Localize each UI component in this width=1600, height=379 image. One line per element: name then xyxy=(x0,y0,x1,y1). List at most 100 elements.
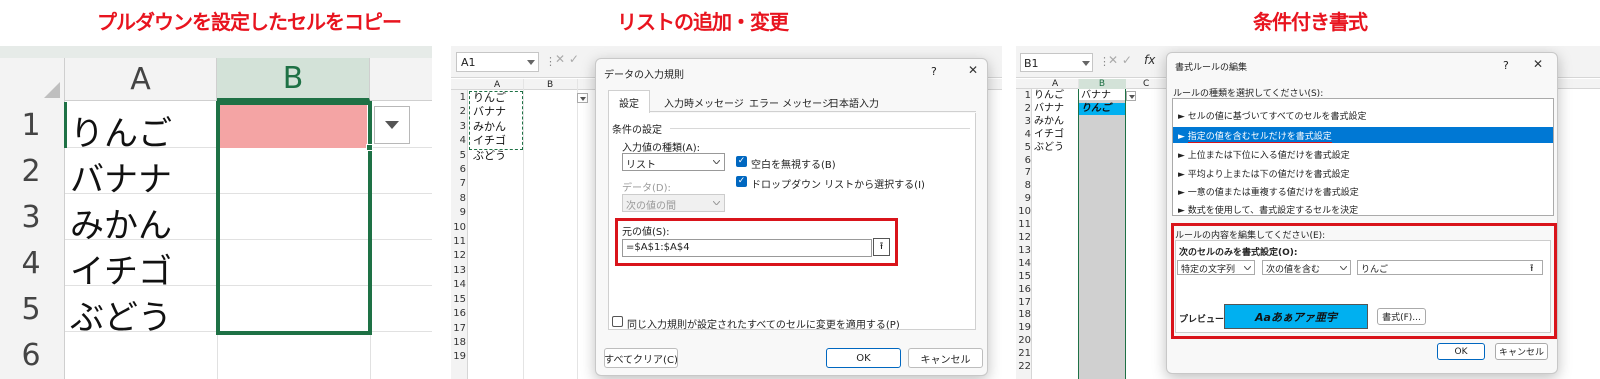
row-header[interactable]: 1 xyxy=(0,102,62,148)
col-header-b[interactable]: B xyxy=(547,80,553,90)
tab-input-message[interactable]: 入力時メッセージ xyxy=(664,95,744,110)
rule-type-item-selected[interactable]: ► 指定の値を含むセルだけを書式設定 xyxy=(1173,127,1553,143)
condition-select-2[interactable]: 次の値を含む xyxy=(1262,260,1351,275)
only-label: 次のセルのみを書式設定(O): xyxy=(1179,248,1298,258)
data-label: データ(D): xyxy=(622,183,671,194)
cell-a5[interactable]: ぶどう xyxy=(70,290,172,339)
row-headers: 1 2 3 4 5 6 7 8 9 10 11 12 13 14 15 16 17 18 19 20 21 22 xyxy=(1018,90,1031,373)
collapse-dialog-icon[interactable]: ⭱ xyxy=(1530,261,1534,278)
source-input[interactable]: =$A$1:$A$4 xyxy=(622,239,872,257)
col-header-a[interactable]: A xyxy=(494,80,500,90)
help-button[interactable]: ? xyxy=(1503,59,1509,72)
close-icon[interactable]: ✕ xyxy=(968,63,978,77)
cell-a3[interactable]: みかん xyxy=(70,198,172,247)
rule-type-item[interactable]: ► 平均より上または下の値だけを書式設定 xyxy=(1173,165,1553,181)
column-b-selection xyxy=(1078,89,1126,379)
cell-a2[interactable]: バナナ xyxy=(1034,103,1064,116)
tab-japanese-input[interactable]: 日本語入力 xyxy=(829,95,879,110)
cell-a4[interactable]: イチゴ xyxy=(70,244,172,293)
apply-all-checkbox[interactable] xyxy=(612,316,623,327)
clear-all-button[interactable]: すべてクリア(C) xyxy=(604,348,678,368)
chevron-down-icon xyxy=(1244,266,1251,270)
row-header[interactable]: 6 xyxy=(0,332,62,378)
col-header-c[interactable]: C xyxy=(1143,79,1149,89)
cell-a1[interactable]: りんご xyxy=(1034,90,1064,103)
rule-type-item[interactable]: ► 数式を使用して、書式設定するセルを決定 xyxy=(1173,201,1553,217)
panel1-spreadsheet: A B 1 2 3 4 5 6 りんご バナナ みかん イチゴ ぶどう xyxy=(0,46,432,379)
ok-button[interactable]: OK xyxy=(1437,343,1485,360)
data-select: 次の値の間 xyxy=(622,194,725,212)
col-header-a[interactable]: A xyxy=(65,58,217,101)
rule-type-item[interactable]: ► セルの値に基づいてすべてのセルを書式設定 xyxy=(1173,107,1553,123)
row-header[interactable]: 2 xyxy=(0,148,62,194)
collapse-dialog-button[interactable]: ⭱ xyxy=(873,238,890,256)
condition-select-1[interactable]: 特定の文字列 xyxy=(1177,260,1255,275)
name-box[interactable]: A1 xyxy=(456,52,539,72)
apply-all-label: 同じ入力規則が設定されたすべてのセルに変更を適用する(P) xyxy=(627,320,900,331)
source-label: 元の値(S): xyxy=(622,227,670,238)
data-validation-dialog: データの入力規則 ? ✕ 設定 入力時メッセージ エラー メッセージ 日本語入力… xyxy=(595,58,988,376)
fx-icon[interactable]: fx xyxy=(1144,53,1155,67)
selection-range xyxy=(216,101,372,335)
chevron-down-icon xyxy=(1129,95,1135,99)
row-header[interactable]: 3 xyxy=(0,194,62,240)
dropdown-button[interactable] xyxy=(374,106,410,144)
col-header-b[interactable]: B xyxy=(217,58,370,101)
col-header-a[interactable]: A xyxy=(1052,79,1058,89)
ok-button[interactable]: OK xyxy=(826,348,901,368)
row-header[interactable]: 4 xyxy=(0,240,62,286)
format-rule-dialog: 書式ルールの編集 ? ✕ ルールの種類を選択してください(S): ► セルの値に… xyxy=(1166,52,1558,374)
close-icon[interactable]: ✕ xyxy=(1533,57,1543,71)
tab-error-message[interactable]: エラー メッセージ xyxy=(749,95,832,110)
condition-value-input[interactable]: りんご ⭱ xyxy=(1357,260,1543,275)
format-preview: Aaあぁアァ亜宇 xyxy=(1224,304,1368,329)
panel2: A1 ⋮ ✕ ✓ A B 1 2 3 4 5 6 7 8 9 10 11 12 13 14 15 16 17 18… xyxy=(451,46,1002,379)
format-button[interactable]: 書式(F)... xyxy=(1377,308,1426,325)
rule-type-item[interactable]: ► 一意の値または重複する値だけを書式設定 xyxy=(1173,183,1553,199)
cell-a3[interactable]: みかん xyxy=(1034,116,1064,129)
panel3: B1 ⋮ ✕ ✓ fx A B C 1 2 3 4 5 6 7 8 9 10 11 12 13 14 15 1… xyxy=(1016,46,1600,379)
cancel-check-icon: ✕ ✓ xyxy=(555,52,579,66)
cancel-button[interactable]: キャンセル xyxy=(908,348,983,368)
cancel-check-icon: ✕ ✓ xyxy=(1108,53,1132,67)
dropdown-button[interactable] xyxy=(1126,91,1136,101)
column-b-values: バナナ りんご xyxy=(1081,90,1111,116)
rule-type-item[interactable]: ► 上位または下位に入る値だけを書式設定 xyxy=(1173,146,1553,162)
name-box[interactable]: B1 xyxy=(1020,53,1093,72)
cell-a1[interactable]: りんご xyxy=(70,106,172,155)
dropdown-label: ドロップダウン リストから選択する(I) xyxy=(751,180,925,191)
help-button[interactable]: ? xyxy=(931,65,937,78)
chevron-down-icon xyxy=(385,121,399,129)
dialog-title: 書式ルールの編集 xyxy=(1175,63,1248,73)
panel2-title: リストの追加・変更 xyxy=(617,10,789,34)
cell-a4[interactable]: イチゴ xyxy=(1034,129,1064,142)
cell-b1[interactable]: バナナ xyxy=(1081,90,1111,103)
type-select[interactable]: リスト xyxy=(622,153,725,171)
cell-a2[interactable]: バナナ xyxy=(70,152,172,201)
ignore-blank-checkbox[interactable]: ✓ xyxy=(736,156,747,167)
col-header-b[interactable]: B xyxy=(1078,79,1126,89)
dropdown-button[interactable] xyxy=(577,93,588,103)
cell-b2[interactable]: りんご xyxy=(1081,103,1111,116)
type-label: 入力値の種類(A): xyxy=(622,143,701,154)
section-label: 条件の設定 xyxy=(612,125,662,136)
cell-a5[interactable]: ぶどう xyxy=(1034,142,1064,155)
cell-a5[interactable]: ぶどう xyxy=(473,149,506,163)
cancel-button[interactable]: キャンセル xyxy=(1495,343,1548,360)
chevron-down-icon xyxy=(580,97,586,101)
copy-marquee xyxy=(469,91,523,150)
preview-label: プレビュー: xyxy=(1179,315,1228,325)
row-headers: 1 2 3 4 5 6 7 8 9 10 11 12 13 14 15 16 17 18 19 xyxy=(453,92,466,363)
ignore-blank-label: 空白を無視する(B) xyxy=(751,160,836,171)
tab-settings[interactable]: 設定 xyxy=(608,90,650,113)
chevron-down-icon xyxy=(527,60,535,65)
panel3-title: 条件付き書式 xyxy=(1253,10,1368,34)
chevron-down-icon xyxy=(1340,266,1347,270)
dropdown-checkbox[interactable]: ✓ xyxy=(736,176,747,187)
row-header[interactable]: 5 xyxy=(0,286,62,332)
fill-handle[interactable] xyxy=(366,144,373,151)
chevron-down-icon xyxy=(713,201,720,205)
column-a-values: りんご バナナ みかん イチゴ ぶどう xyxy=(1034,90,1064,155)
panel1-title: プルダウンを設定したセルをコピー xyxy=(97,10,402,34)
select-all-icon[interactable] xyxy=(44,82,60,98)
